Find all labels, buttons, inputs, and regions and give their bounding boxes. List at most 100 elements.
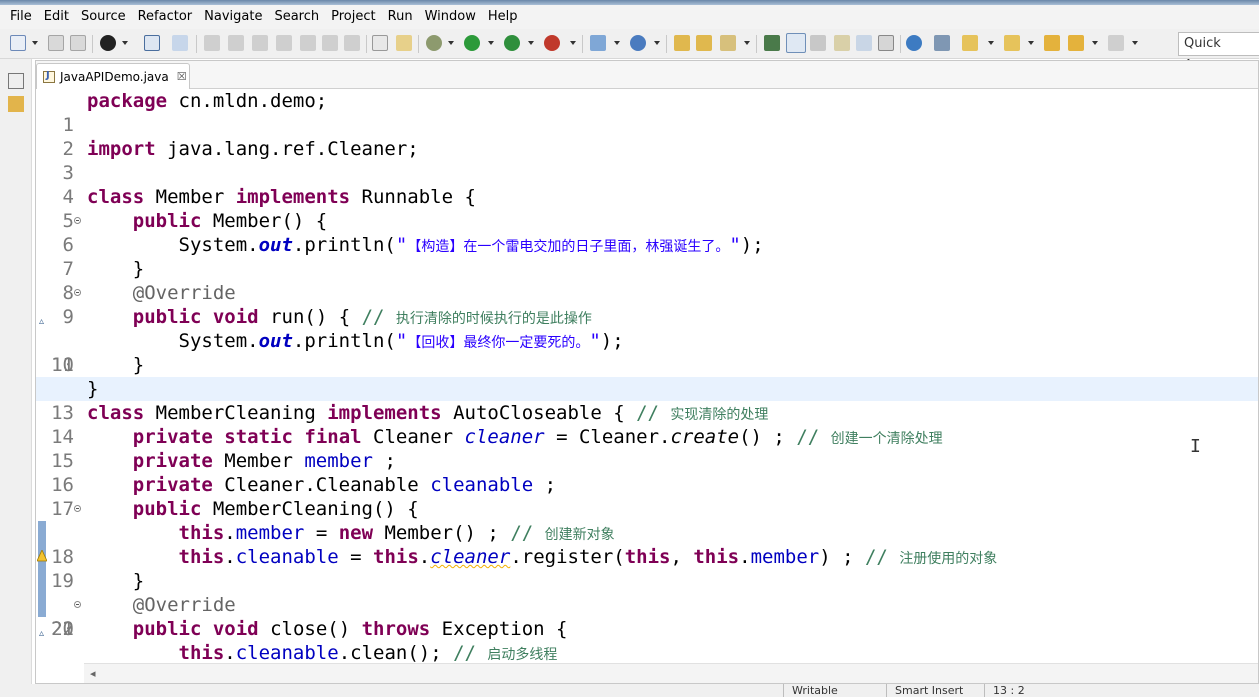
close-icon[interactable]: ☒: [177, 70, 187, 83]
menu-source[interactable]: Source: [75, 6, 132, 28]
new-class-dropdown-icon[interactable]: [654, 41, 660, 45]
field: cleanable: [235, 642, 339, 663]
menu-bar: File Edit Source Refactor Navigate Searc…: [0, 5, 1259, 29]
tab-javaapidemo[interactable]: JavaAPIDemo.java ☒: [36, 63, 190, 89]
new-package-dropdown-icon[interactable]: [614, 41, 620, 45]
show-paragraph-icon[interactable]: [878, 35, 894, 51]
search-dropdown-icon[interactable]: [744, 41, 750, 45]
code-line: 1 package cn.mldn.demo;: [36, 89, 1258, 136]
scroll-left-icon[interactable]: ◂: [90, 667, 96, 680]
menu-help[interactable]: Help: [482, 6, 524, 28]
back-icon[interactable]: [1068, 35, 1084, 51]
menu-run[interactable]: Run: [382, 6, 419, 28]
new-dropdown-icon[interactable]: [32, 41, 38, 45]
new-wizard-icon[interactable]: [10, 35, 26, 51]
comment: //: [510, 522, 545, 544]
coverage-icon[interactable]: [504, 35, 520, 51]
toolbar-separator: [666, 35, 667, 53]
open-type-icon[interactable]: [674, 35, 690, 51]
field: member: [235, 522, 305, 544]
forward-icon[interactable]: [1108, 35, 1124, 51]
terminal-icon[interactable]: [144, 35, 160, 51]
fold-toggle-icon[interactable]: [74, 601, 81, 608]
step-return-icon[interactable]: [344, 35, 360, 51]
comment: 启动多线程: [487, 647, 558, 663]
toggle-breadcrumb-icon[interactable]: [764, 35, 780, 51]
external-tools-dropdown-icon[interactable]: [570, 41, 576, 45]
menu-window[interactable]: Window: [419, 6, 482, 28]
next-annotation-dropdown-icon[interactable]: [988, 41, 994, 45]
field: member: [750, 546, 820, 568]
code-text: }: [132, 570, 145, 592]
string-literal: ": [729, 234, 741, 256]
terminate-icon[interactable]: [252, 35, 268, 51]
pin-editor-icon[interactable]: [934, 35, 950, 51]
search-tool-icon[interactable]: [720, 35, 736, 51]
comment: 执行清除的时候执行的是此操作: [395, 311, 592, 327]
code-line: 11 System.out.println("【回收】最终你一定要死的。");: [36, 329, 1258, 376]
fold-toggle-icon[interactable]: [74, 217, 81, 224]
new-java-package-icon[interactable]: [590, 35, 606, 51]
keyword: private: [132, 450, 213, 472]
code-area[interactable]: 1 package cn.mldn.demo; 2 3 import java.…: [36, 89, 1258, 663]
debug-dropdown-icon[interactable]: [448, 41, 454, 45]
menu-project[interactable]: Project: [325, 6, 381, 28]
keyword: final: [304, 426, 362, 448]
string-literal: 【回收】最终你一定要死的。: [407, 335, 590, 351]
restore-icon[interactable]: [8, 73, 24, 89]
code-text: .println(: [292, 234, 396, 256]
status-separator: [984, 684, 985, 697]
word-wrap-icon[interactable]: [834, 35, 850, 51]
step-into-icon[interactable]: [300, 35, 316, 51]
code-text: .: [224, 642, 236, 663]
menu-navigate[interactable]: Navigate: [198, 6, 268, 28]
package-explorer-icon[interactable]: [8, 96, 24, 112]
code-text: .: [224, 522, 236, 544]
status-bar: Writable Smart Insert 13 : 2: [0, 684, 1259, 697]
tools-icon[interactable]: [396, 35, 412, 51]
toggle-list-icon[interactable]: [372, 35, 388, 51]
step-over-icon[interactable]: [322, 35, 338, 51]
mark-occurrences-icon[interactable]: [786, 33, 806, 53]
coverage-dropdown-icon[interactable]: [528, 41, 534, 45]
previous-annotation-icon[interactable]: [1004, 35, 1020, 51]
next-annotation-icon[interactable]: [962, 35, 978, 51]
toolbar-separator: [196, 35, 197, 53]
save-all-icon[interactable]: [70, 35, 86, 51]
quick-access-input[interactable]: Quick Access: [1178, 32, 1259, 73]
skip-breakpoints-icon[interactable]: [172, 35, 188, 51]
web-browser-icon[interactable]: [906, 35, 922, 51]
run-icon[interactable]: [464, 35, 480, 51]
external-tools-icon[interactable]: [544, 35, 560, 51]
warning-icon[interactable]: [37, 550, 47, 562]
resume-icon[interactable]: [204, 35, 220, 51]
menu-refactor[interactable]: Refactor: [132, 6, 199, 28]
last-edit-location-icon[interactable]: [1044, 35, 1060, 51]
fold-toggle-icon[interactable]: [74, 505, 81, 512]
menu-search[interactable]: Search: [268, 6, 325, 28]
profile-icon[interactable]: [100, 35, 116, 51]
previous-annotation-dropdown-icon[interactable]: [1028, 41, 1034, 45]
code-text: Cleaner: [361, 426, 465, 448]
status-insert-mode[interactable]: Smart Insert: [895, 685, 963, 697]
block-selection-icon[interactable]: [810, 35, 826, 51]
back-dropdown-icon[interactable]: [1092, 41, 1098, 45]
suspend-icon[interactable]: [228, 35, 244, 51]
debug-icon[interactable]: [426, 35, 442, 51]
save-icon[interactable]: [48, 35, 64, 51]
run-dropdown-icon[interactable]: [488, 41, 494, 45]
string-literal: ": [395, 330, 408, 352]
fold-toggle-icon[interactable]: [74, 289, 81, 296]
text-cursor-icon: I: [1190, 436, 1201, 457]
menu-file[interactable]: File: [4, 6, 38, 28]
keyword: new: [338, 522, 374, 544]
disconnect-icon[interactable]: [276, 35, 292, 51]
code-line: 3 import java.lang.ref.Cleaner;: [36, 137, 1258, 184]
menu-edit[interactable]: Edit: [38, 6, 75, 28]
forward-dropdown-icon[interactable]: [1132, 41, 1138, 45]
horizontal-scrollbar[interactable]: ◂: [84, 663, 1258, 683]
show-whitespace-icon[interactable]: [856, 35, 872, 51]
profile-dropdown-icon[interactable]: [122, 41, 128, 45]
open-task-icon[interactable]: [696, 35, 712, 51]
new-java-class-icon[interactable]: [630, 35, 646, 51]
